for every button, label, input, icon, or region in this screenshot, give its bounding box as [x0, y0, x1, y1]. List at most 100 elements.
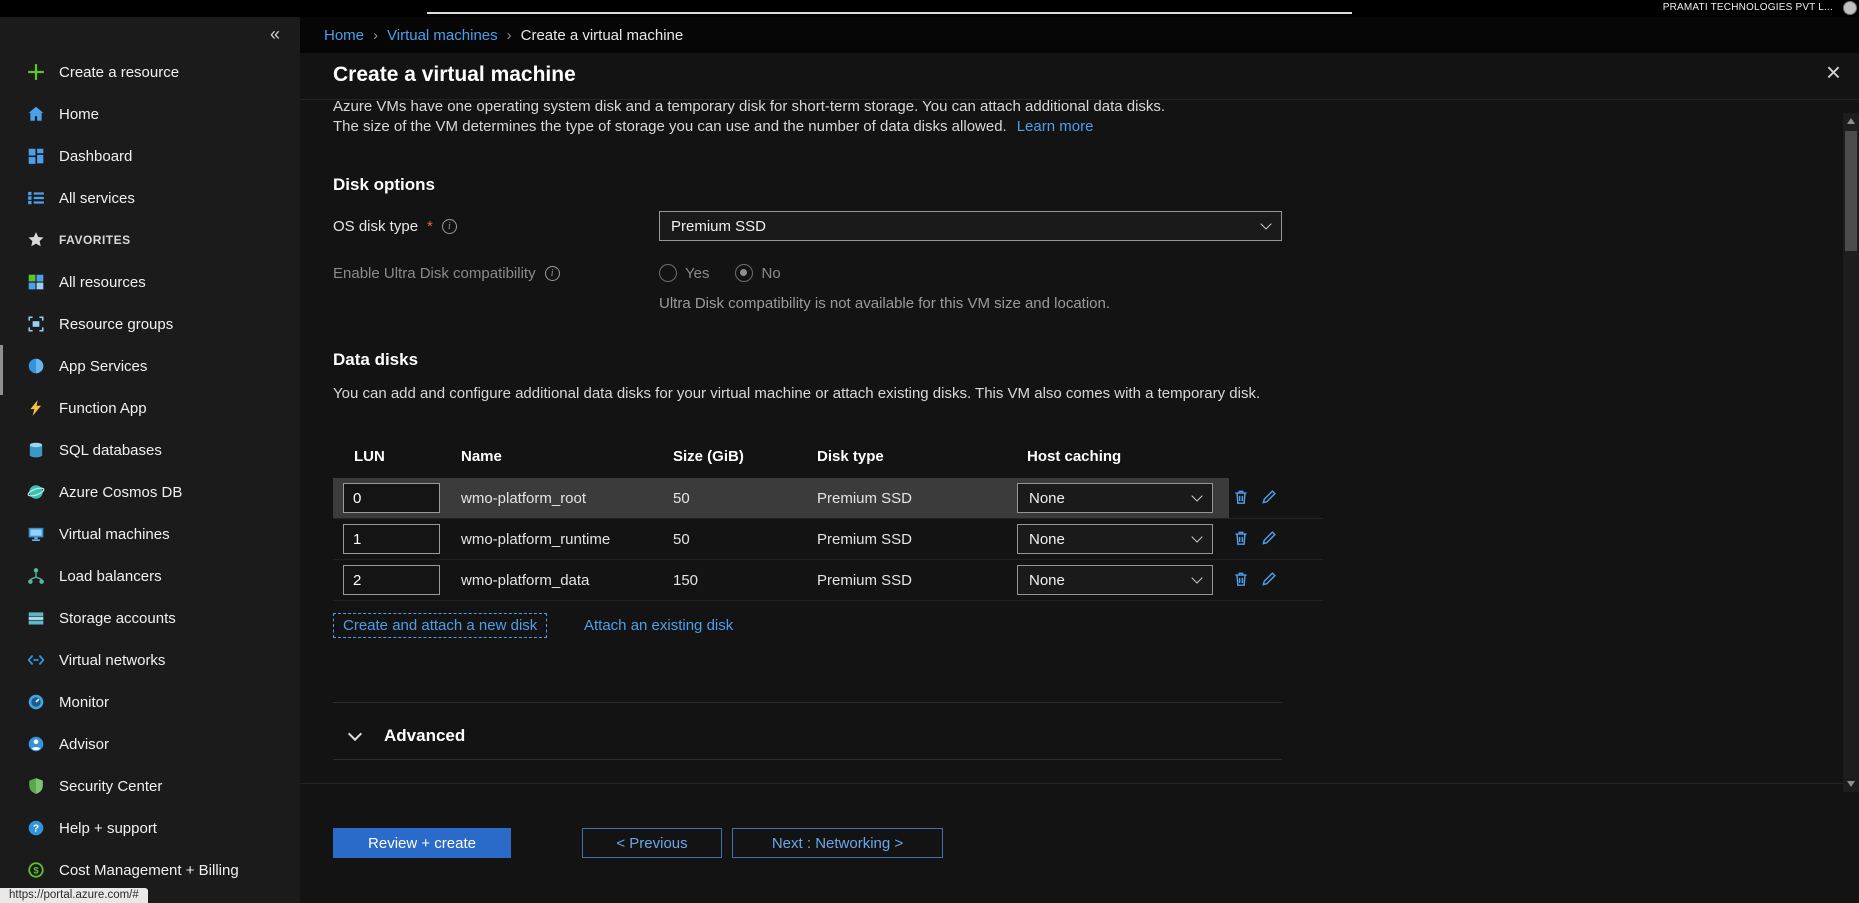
table-row: wmo-platform_root 50 Premium SSD None	[333, 478, 1323, 519]
question-icon: ?	[27, 819, 45, 837]
edit-disk-icon[interactable]	[1257, 486, 1281, 510]
chevron-right-icon: ›	[373, 27, 378, 44]
chevron-down-icon	[1191, 490, 1202, 501]
scrollbar-thumb[interactable]	[1845, 131, 1857, 251]
vnet-icon	[27, 651, 45, 669]
disk-name: wmo-platform_runtime	[461, 519, 610, 560]
column-host-caching: Host caching	[1027, 448, 1121, 465]
advanced-section-toggle[interactable]: Advanced	[333, 713, 1282, 759]
column-lun: LUN	[354, 448, 385, 465]
create-attach-disk-link[interactable]: Create and attach a new disk	[333, 613, 547, 638]
chevron-right-icon: ›	[507, 27, 512, 44]
sidebar-item-virtual-machines[interactable]: Virtual machines	[0, 513, 300, 555]
sidebar-item-storage-accounts[interactable]: Storage accounts	[0, 597, 300, 639]
sidebar-item-monitor[interactable]: Monitor	[0, 681, 300, 723]
gauge-icon	[27, 693, 45, 711]
sidebar-item-azure-cosmos-db[interactable]: Azure Cosmos DB	[0, 471, 300, 513]
search-box-underline	[427, 12, 1352, 14]
chevron-down-icon	[1191, 531, 1202, 542]
host-caching-dropdown[interactable]: None	[1017, 524, 1213, 554]
triangle-up-icon	[1847, 118, 1855, 124]
breadcrumb-virtual-machines[interactable]: Virtual machines	[387, 27, 498, 44]
avatar[interactable]	[1843, 1, 1857, 15]
delete-disk-icon[interactable]	[1229, 568, 1253, 592]
tenant-name: PRAMATI TECHNOLOGIES PVT L...	[1663, 2, 1833, 13]
sidebar-item-dashboard[interactable]: Dashboard	[0, 135, 300, 177]
vertical-scrollbar[interactable]	[1843, 113, 1859, 792]
disk-options-heading: Disk options	[333, 175, 435, 195]
cosmos-db-icon	[27, 483, 45, 501]
breadcrumb-current: Create a virtual machine	[521, 27, 684, 44]
chevron-down-icon	[348, 726, 362, 740]
vm-monitor-icon	[27, 525, 45, 543]
sidebar-item-sql-databases[interactable]: SQL databases	[0, 429, 300, 471]
sidebar-item-create-a-resource[interactable]: Create a resource	[0, 51, 300, 93]
sidebar-item-help-support[interactable]: ? Help + support	[0, 807, 300, 849]
close-icon[interactable]: ×	[1826, 59, 1841, 85]
disk-size: 50	[673, 478, 690, 519]
scroll-up-arrow[interactable]	[1843, 113, 1859, 129]
disk-size: 50	[673, 519, 690, 560]
lightning-icon	[27, 399, 45, 417]
breadcrumb-home[interactable]: Home	[324, 27, 364, 44]
required-marker: *	[427, 218, 433, 235]
info-icon[interactable]	[442, 219, 457, 234]
sidebar-item-home[interactable]: Home	[0, 93, 300, 135]
lun-input[interactable]	[343, 524, 440, 554]
sidebar-item-app-services[interactable]: App Services	[0, 345, 300, 387]
info-icon[interactable]	[545, 266, 560, 281]
edit-disk-icon[interactable]	[1257, 568, 1281, 592]
sidebar-item-resource-groups[interactable]: Resource groups	[0, 303, 300, 345]
learn-more-link[interactable]: Learn more	[1017, 118, 1094, 135]
table-header: LUN Name Size (GiB) Disk type Host cachi…	[333, 439, 1323, 478]
host-caching-dropdown[interactable]: None	[1017, 565, 1213, 595]
disk-name: wmo-platform_root	[461, 478, 586, 519]
edit-disk-icon[interactable]	[1257, 527, 1281, 551]
triangle-down-icon	[1847, 781, 1855, 787]
radio-no: No	[735, 264, 780, 282]
divider	[333, 759, 1282, 760]
previous-button[interactable]: < Previous	[582, 828, 722, 858]
ultra-disk-note: Ultra Disk compatibility is not availabl…	[659, 295, 1110, 312]
lun-input[interactable]	[343, 565, 440, 595]
sidebar-item-load-balancers[interactable]: Load balancers	[0, 555, 300, 597]
plus-icon	[27, 63, 45, 81]
lun-input[interactable]	[343, 483, 440, 513]
host-caching-dropdown[interactable]: None	[1017, 483, 1213, 513]
sidebar-item-security-center[interactable]: Security Center	[0, 765, 300, 807]
next-networking-button[interactable]: Next : Networking >	[732, 828, 943, 858]
footer-buttons: Review + create < Previous Next : Networ…	[333, 828, 943, 858]
delete-disk-icon[interactable]	[1229, 486, 1253, 510]
main-area: Home › Virtual machines › Create a virtu…	[300, 17, 1859, 903]
resource-group-icon	[27, 315, 45, 333]
data-disks-heading: Data disks	[333, 350, 418, 370]
status-bar-url: https://portal.azure.com/#	[0, 888, 148, 903]
disk-type: Premium SSD	[817, 560, 912, 601]
sidebar-item-virtual-networks[interactable]: Virtual networks	[0, 639, 300, 681]
review-create-button[interactable]: Review + create	[333, 828, 511, 858]
ultra-disk-label: Enable Ultra Disk compatibility	[333, 258, 560, 288]
dollar-icon: $	[27, 861, 45, 879]
footer-divider	[300, 783, 1859, 784]
radio-yes: Yes	[659, 264, 709, 282]
disk-name: wmo-platform_data	[461, 560, 589, 601]
sidebar-item-cost-management[interactable]: $ Cost Management + Billing	[0, 849, 300, 891]
column-name: Name	[461, 448, 502, 465]
os-disk-type-dropdown[interactable]: Premium SSD	[659, 211, 1282, 241]
sidebar-item-all-services[interactable]: All services	[0, 177, 300, 219]
dashboard-icon	[27, 147, 45, 165]
load-balancer-icon	[27, 567, 45, 585]
collapse-icon: «	[270, 24, 280, 45]
sidebar-item-all-resources[interactable]: All resources	[0, 261, 300, 303]
sidebar-collapse-button[interactable]: «	[0, 17, 300, 51]
panel-header: Create a virtual machine ×	[300, 53, 1859, 100]
page-title: Create a virtual machine	[333, 63, 576, 87]
sidebar-item-function-app[interactable]: Function App	[0, 387, 300, 429]
delete-disk-icon[interactable]	[1229, 527, 1253, 551]
grid-icon	[27, 273, 45, 291]
attach-existing-disk-link[interactable]: Attach an existing disk	[584, 617, 733, 634]
divider	[333, 702, 1282, 703]
scroll-down-arrow[interactable]	[1843, 776, 1859, 792]
app-services-icon	[27, 357, 45, 375]
sidebar-item-advisor[interactable]: Advisor	[0, 723, 300, 765]
